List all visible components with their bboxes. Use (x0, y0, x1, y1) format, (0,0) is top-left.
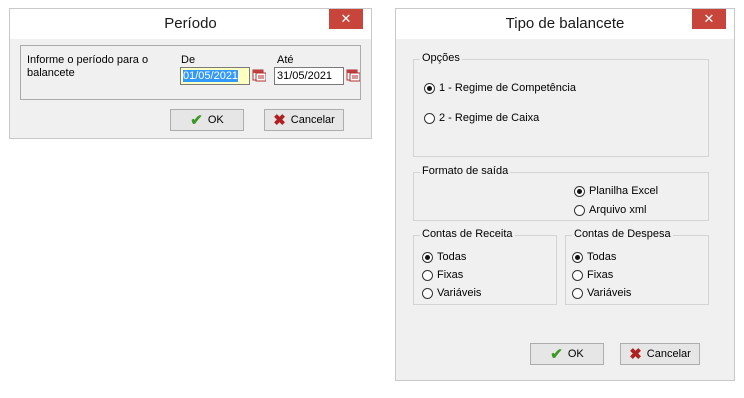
periodo-group: Informe o período para o balancete De At… (20, 45, 361, 100)
periodo-prompt: Informe o período para o balancete (27, 54, 149, 79)
close-icon: ✕ (340, 11, 352, 26)
radio-label: Todas (587, 251, 617, 263)
ate-date-value: 31/05/2021 (277, 70, 333, 82)
radio-unselected-icon (424, 112, 435, 124)
despesa-label: Contas de Despesa (572, 228, 673, 240)
radio-label: Fixas (437, 269, 464, 281)
radio-label: Variáveis (437, 287, 482, 299)
ate-label: Até (277, 54, 294, 66)
cancel-label: Cancelar (290, 114, 335, 126)
regime-competencia-radio[interactable]: 1 - Regime de Competência (424, 82, 576, 94)
radio-unselected-icon (422, 269, 433, 281)
opcoes-group: Opções 1 - Regime de Competência 2 - Reg… (413, 52, 709, 157)
periodo-cancel-button[interactable]: ✖ Cancelar (264, 109, 344, 131)
balancete-title: Tipo de balancete (505, 15, 625, 32)
radio-selected-icon (424, 82, 435, 94)
ok-label: OK (207, 114, 224, 126)
ate-date-input[interactable]: 31/05/2021 (274, 67, 344, 85)
formato-group: Formato de saída Planilha Excel Arquivo … (413, 165, 709, 221)
planilha-excel-radio[interactable]: Planilha Excel (574, 185, 658, 197)
radio-unselected-icon (422, 287, 433, 299)
periodo-close-button[interactable]: ✕ (329, 9, 363, 29)
de-date-input[interactable]: 01/05/2021 (180, 67, 250, 85)
receita-group: Contas de Receita Todas Fixas Variáveis (413, 228, 557, 305)
radio-unselected-icon (572, 287, 583, 299)
periodo-dialog: Período ✕ Informe o período para o balan… (9, 8, 372, 139)
close-icon: ✕ (703, 11, 715, 26)
balancete-titlebar: Tipo de balancete ✕ (396, 9, 734, 39)
radio-label: Planilha Excel (589, 185, 659, 197)
balancete-close-button[interactable]: ✕ (692, 9, 726, 29)
receita-label: Contas de Receita (420, 228, 515, 240)
periodo-titlebar: Período ✕ (10, 9, 371, 39)
de-label: De (181, 54, 196, 66)
formato-label: Formato de saída (420, 165, 511, 177)
checkmark-icon: ✔ (550, 346, 563, 363)
radio-unselected-icon (572, 269, 583, 281)
cross-icon: ✖ (273, 112, 286, 129)
cancel-label: Cancelar (646, 348, 691, 360)
calendar-icon[interactable] (346, 68, 360, 82)
receita-fixas-radio[interactable]: Fixas (422, 269, 463, 281)
cross-icon: ✖ (629, 346, 642, 363)
periodo-ok-button[interactable]: ✔ OK (170, 109, 244, 131)
radio-label: Todas (437, 251, 467, 263)
balancete-cancel-button[interactable]: ✖ Cancelar (620, 343, 700, 365)
radio-label: Arquivo xml (589, 204, 647, 216)
radio-selected-icon (572, 251, 583, 263)
receita-todas-radio[interactable]: Todas (422, 251, 466, 263)
radio-label: Fixas (587, 269, 614, 281)
despesa-fixas-radio[interactable]: Fixas (572, 269, 613, 281)
balancete-ok-button[interactable]: ✔ OK (530, 343, 604, 365)
radio-label: 1 - Regime de Competência (439, 82, 576, 94)
radio-selected-icon (574, 185, 585, 197)
radio-unselected-icon (574, 204, 585, 216)
ok-label: OK (567, 348, 584, 360)
checkmark-icon: ✔ (190, 112, 203, 129)
receita-variaveis-radio[interactable]: Variáveis (422, 287, 481, 299)
opcoes-label: Opções (420, 52, 462, 64)
radio-label: 2 - Regime de Caixa (439, 112, 540, 124)
despesa-todas-radio[interactable]: Todas (572, 251, 616, 263)
arquivo-xml-radio[interactable]: Arquivo xml (574, 204, 646, 216)
radio-selected-icon (422, 251, 433, 263)
despesa-variaveis-radio[interactable]: Variáveis (572, 287, 631, 299)
calendar-icon[interactable] (252, 68, 266, 82)
regime-caixa-radio[interactable]: 2 - Regime de Caixa (424, 112, 539, 124)
de-date-value: 01/05/2021 (183, 70, 239, 82)
radio-label: Variáveis (587, 287, 632, 299)
despesa-group: Contas de Despesa Todas Fixas Variáveis (565, 228, 709, 305)
periodo-title: Período (164, 15, 217, 32)
balancete-dialog: Tipo de balancete ✕ Opções 1 - Regime de… (395, 8, 735, 381)
